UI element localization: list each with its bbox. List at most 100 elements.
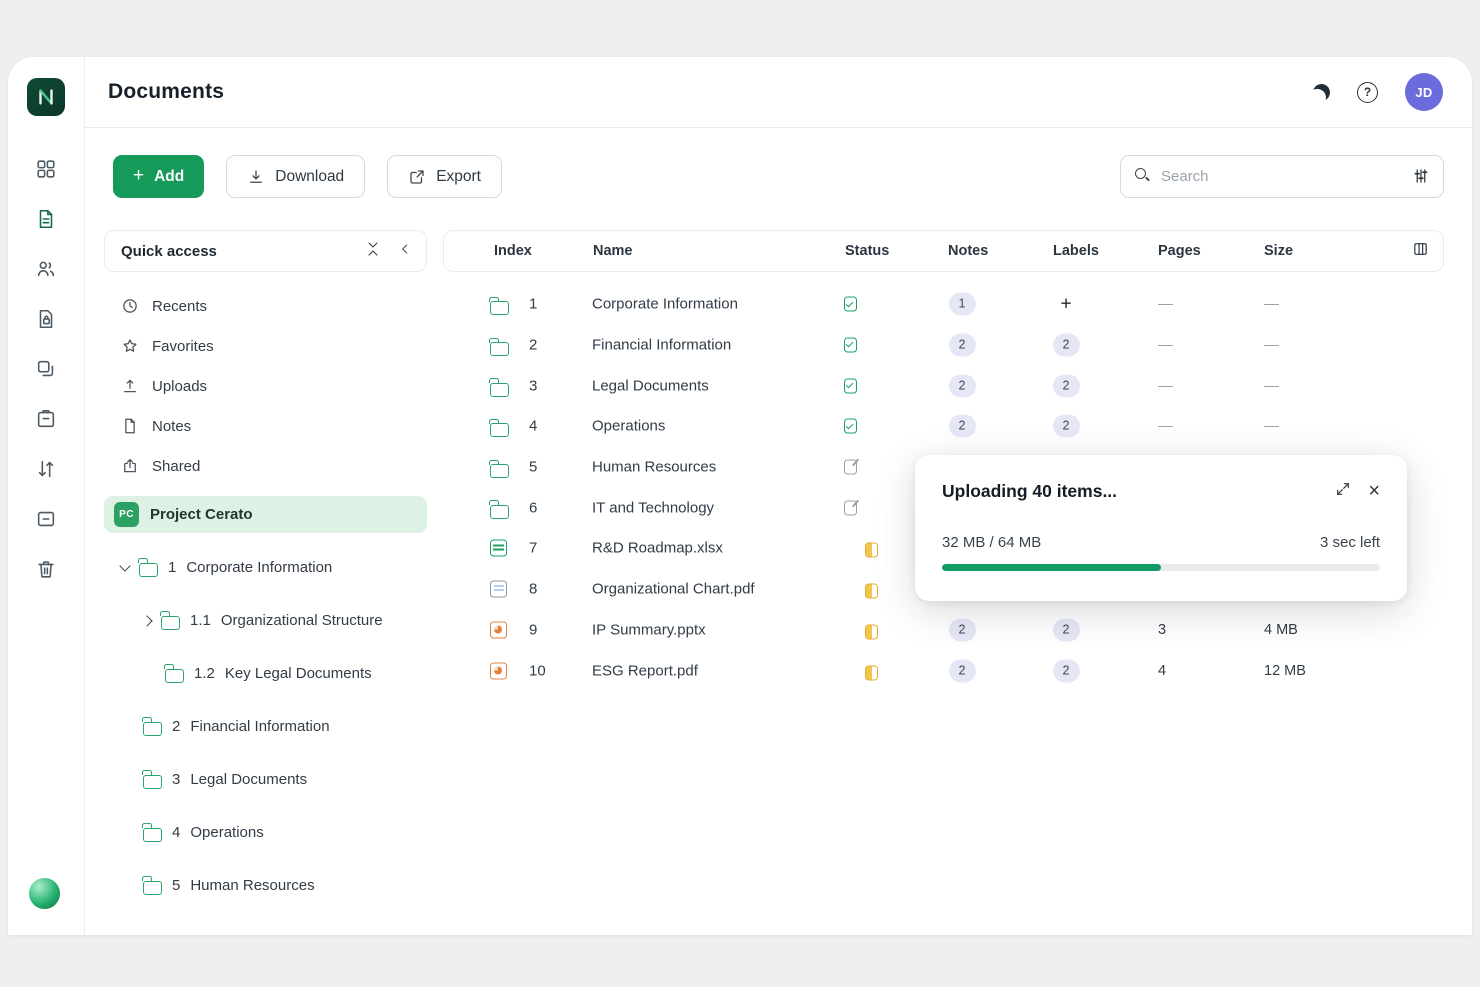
rail-nav: [8, 157, 84, 581]
col-labels: Labels: [1053, 243, 1099, 259]
quick-item-uploads[interactable]: Uploads: [104, 366, 427, 406]
project-badge: PC: [114, 502, 139, 527]
pptx-file-icon: [490, 621, 507, 638]
tree-item-1-2[interactable]: 1.2 Key Legal Documents: [104, 647, 427, 700]
labels-badge[interactable]: 2: [1053, 618, 1080, 641]
chevron-down-icon[interactable]: [119, 560, 130, 571]
quick-access-title: Quick access: [121, 243, 217, 260]
secure-files-icon[interactable]: [34, 307, 58, 331]
col-size: Size: [1264, 243, 1293, 259]
labels-badge[interactable]: 2: [1053, 415, 1080, 438]
trash-icon[interactable]: [34, 557, 58, 581]
tree-item-3[interactable]: 3 Legal Documents: [104, 753, 427, 806]
status-pending-icon: [865, 665, 878, 680]
dark-mode-icon[interactable]: [1311, 82, 1331, 102]
export-button[interactable]: Export: [387, 155, 502, 198]
upload-progress-label: 32 MB / 64 MB: [942, 534, 1041, 551]
status-approved-icon: [844, 378, 857, 393]
copy-pages-icon[interactable]: [34, 357, 58, 381]
quick-access-list: Recents Favorites Uploads Notes Shared: [104, 286, 427, 912]
col-status: Status: [845, 243, 889, 259]
table-row[interactable]: 10 ESG Report.pdf 2 2 4 12 MB: [443, 650, 1444, 691]
collapse-panel-icon[interactable]: [398, 242, 412, 261]
folder-tree: 1 Corporate Information 1.1 Organization…: [104, 541, 427, 912]
status-draft-icon: [844, 460, 857, 475]
notes-badge[interactable]: 2: [949, 618, 976, 641]
col-index: Index: [494, 243, 532, 259]
plus-icon: +: [133, 166, 144, 185]
avatar[interactable]: JD: [1405, 73, 1443, 111]
labels-badge[interactable]: 2: [1053, 334, 1080, 357]
folder-icon: [490, 301, 509, 315]
archive-icon[interactable]: [34, 407, 58, 431]
quick-item-notes[interactable]: Notes: [104, 406, 427, 446]
toolbar: + Add Download Export: [113, 155, 1444, 198]
add-button[interactable]: + Add: [113, 155, 204, 198]
quick-item-recents[interactable]: Recents: [104, 286, 427, 326]
folder-icon: [143, 775, 162, 789]
filter-icon[interactable]: [1412, 167, 1430, 190]
tree-item-2[interactable]: 2 Financial Information: [104, 700, 427, 753]
help-icon[interactable]: ?: [1357, 82, 1378, 103]
sidebar-item-project-cerato[interactable]: PC Project Cerato: [104, 496, 427, 533]
close-icon[interactable]: ×: [1368, 481, 1380, 501]
tree-item-1-1[interactable]: 1.1 Organizational Structure: [104, 594, 427, 647]
app-logo[interactable]: [27, 78, 65, 116]
add-label-button[interactable]: +: [1060, 294, 1071, 315]
folder-icon: [143, 828, 162, 842]
notes-badge[interactable]: 2: [949, 659, 976, 682]
assistant-bubble[interactable]: [29, 878, 60, 909]
header-actions: ? JD: [1313, 73, 1443, 111]
quick-access-header: Quick access: [104, 230, 427, 272]
icon-rail: [8, 57, 85, 935]
share-icon: [121, 457, 139, 475]
status-draft-icon: [844, 500, 857, 515]
sort-icon[interactable]: [34, 457, 58, 481]
table-row[interactable]: 1 Corporate Information 1 + — —: [443, 284, 1444, 325]
xlsx-file-icon: [490, 540, 507, 557]
tree-item-4[interactable]: 4 Operations: [104, 806, 427, 859]
search-box: [1120, 155, 1444, 198]
pdf-file-icon: [490, 581, 507, 598]
status-approved-icon: [844, 297, 857, 312]
folder-icon: [165, 669, 184, 683]
col-notes: Notes: [948, 243, 988, 259]
pdf-report-file-icon: [490, 662, 507, 679]
dashboard-icon[interactable]: [34, 157, 58, 181]
status-pending-icon: [865, 584, 878, 599]
search-input[interactable]: [1120, 155, 1444, 198]
users-icon[interactable]: [34, 257, 58, 281]
tree-item-5[interactable]: 5 Human Resources: [104, 859, 427, 912]
table-row[interactable]: 9 IP Summary.pptx 2 2 3 4 MB: [443, 610, 1444, 651]
labels-badge[interactable]: 2: [1053, 374, 1080, 397]
download-icon: [247, 168, 265, 186]
upload-toast-title: Uploading 40 items...: [942, 481, 1117, 502]
folder-icon: [490, 505, 509, 519]
page-title: Documents: [108, 80, 224, 104]
documents-icon[interactable]: [34, 207, 58, 231]
quick-item-favorites[interactable]: Favorites: [104, 326, 427, 366]
folder-icon: [143, 722, 162, 736]
note-icon: [121, 417, 139, 435]
notes-badge[interactable]: 2: [949, 334, 976, 357]
search-icon: [1135, 168, 1146, 179]
chevron-right-icon[interactable]: [141, 615, 152, 626]
column-picker-icon[interactable]: [1412, 241, 1429, 262]
recents-icon: [121, 297, 139, 315]
collapse-all-icon[interactable]: [365, 241, 381, 262]
status-approved-icon: [844, 338, 857, 353]
table-row[interactable]: 3 Legal Documents 2 2 — —: [443, 365, 1444, 406]
expand-icon[interactable]: [1335, 481, 1351, 502]
folder-icon: [490, 342, 509, 356]
labels-badge[interactable]: 2: [1053, 659, 1080, 682]
table-row[interactable]: 4 Operations 2 2 — —: [443, 406, 1444, 447]
notes-badge[interactable]: 1: [949, 293, 976, 316]
download-button[interactable]: Download: [226, 155, 365, 198]
upload-toast: Uploading 40 items... × 32 MB / 64 MB 3 …: [915, 455, 1407, 601]
table-row[interactable]: 2 Financial Information 2 2 — —: [443, 325, 1444, 366]
notes-badge[interactable]: 2: [949, 415, 976, 438]
notes-badge[interactable]: 2: [949, 374, 976, 397]
quick-item-shared[interactable]: Shared: [104, 446, 427, 486]
tree-item-1[interactable]: 1 Corporate Information: [104, 541, 427, 594]
card-icon[interactable]: [34, 507, 58, 531]
